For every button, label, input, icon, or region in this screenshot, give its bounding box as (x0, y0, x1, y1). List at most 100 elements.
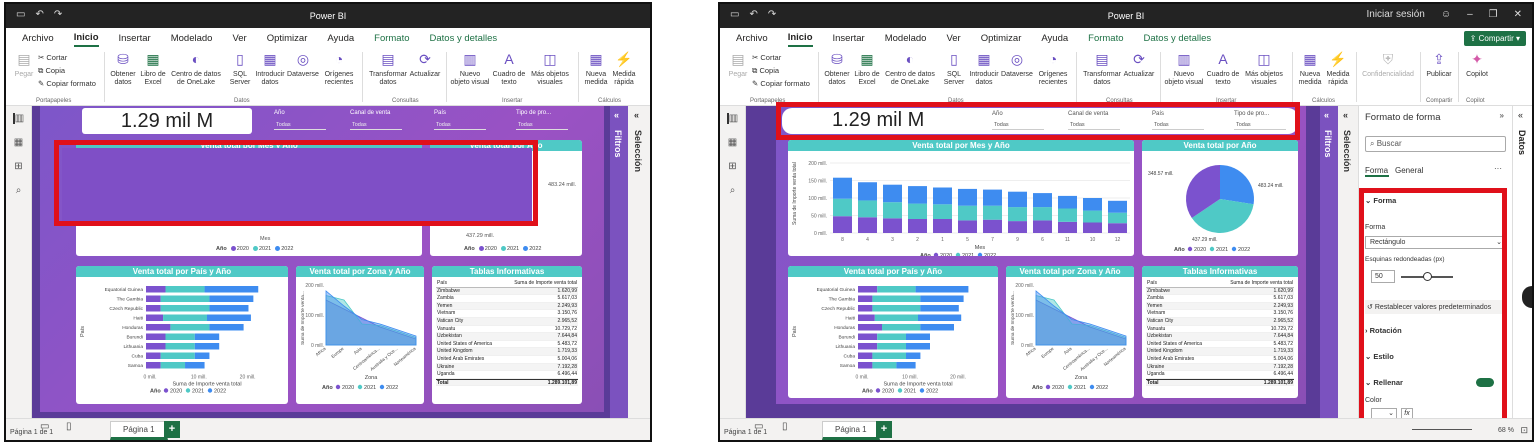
cuadro-texto-button[interactable]: A Cuadro de texto (492, 50, 526, 87)
medida-rapida-button[interactable]: ⚡ Medida rápida (610, 50, 638, 87)
dax-view-icon[interactable]: ⌕ (13, 185, 25, 196)
model-view-icon[interactable]: ⊞ (727, 161, 739, 172)
tab-forma-pane[interactable]: Forma (1365, 166, 1389, 177)
slicer-pais[interactable]: País Todas (434, 110, 486, 130)
pegar-button[interactable]: ▤ Pegar (724, 50, 752, 79)
report-view-icon[interactable]: ▥ (726, 113, 739, 124)
medida-rapida-button[interactable]: ⚡ Medida rápida (1324, 50, 1352, 87)
mas-objetos-visuales-button[interactable]: ◫ Más objetos visuales (1242, 50, 1286, 87)
slicer-ano[interactable]: Año Todas (274, 110, 326, 130)
close-icon[interactable]: ✕ (1514, 9, 1522, 20)
table-view-icon[interactable]: ▦ (13, 137, 25, 148)
undo-icon[interactable]: ↶ (35, 9, 43, 20)
slicer-tipo[interactable]: Tipo de pro... Todas (516, 110, 568, 130)
mobile-view-icon[interactable]: ▯ (66, 421, 72, 432)
minimize-icon[interactable]: – (1467, 9, 1473, 20)
sql-server-button[interactable]: ▯ SQL Server (940, 50, 968, 87)
origenes-recientes-button[interactable]: ◔ Orígenes recientes (1034, 50, 1072, 87)
nuevo-objeto-visual-button[interactable]: ▥ Nuevo objeto visual (450, 50, 490, 87)
more-options-icon[interactable]: ··· (1494, 164, 1502, 173)
model-view-icon[interactable]: ⊞ (13, 161, 25, 172)
datos-pane-collapsed[interactable]: « Datos (1512, 106, 1532, 418)
undo-icon[interactable]: ↶ (749, 9, 757, 20)
obtener-datos-button[interactable]: ⛁ Obtener datos (822, 50, 852, 87)
tab-datos-detalles[interactable]: Datos y detalles (1144, 31, 1212, 46)
signin-link[interactable]: Iniciar sesión (1367, 9, 1425, 20)
pie-chart-card[interactable]: Venta total por Año 348.57 mill. 483.24 m… (1142, 140, 1298, 256)
nueva-medida-button[interactable]: ▦ Nueva medida (1296, 50, 1324, 87)
restore-icon[interactable]: ❐ (1489, 9, 1498, 20)
tab-archivo[interactable]: Archivo (736, 31, 768, 46)
country-chart-card[interactable]: Venta total por País y Año Equatorial Gu… (76, 266, 288, 404)
selection-pane-collapsed[interactable]: « Selección (628, 106, 650, 418)
copiar-formato-button[interactable]: ✎ Copiar formato (38, 79, 96, 88)
dataverse-button[interactable]: ◎ Dataverse (1000, 50, 1034, 79)
filters-pane-collapsed[interactable]: « Filtros (610, 106, 628, 418)
account-icon[interactable]: ☺ (1441, 9, 1451, 20)
mobile-view-icon[interactable]: ▯ (782, 421, 788, 432)
obtener-datos-button[interactable]: ⛁ Obtener datos (108, 50, 138, 87)
save-icon[interactable]: ▭ (730, 9, 739, 20)
nueva-medida-button[interactable]: ▦ Nueva medida (582, 50, 610, 87)
zoom-slider[interactable] (1412, 429, 1472, 430)
transformar-datos-button[interactable]: ▤ Transformar datos (366, 50, 410, 87)
save-icon[interactable]: ▭ (16, 9, 25, 20)
country-chart-card[interactable]: Venta total por País y Año Equatorial Gu… (788, 266, 998, 398)
cuadro-texto-button[interactable]: A Cuadro de texto (1206, 50, 1240, 87)
tab-inicio[interactable]: Inicio (73, 30, 99, 47)
copilot-button[interactable]: ✦ Copilot (1462, 50, 1492, 79)
tables-card[interactable]: Tablas Informativas País Suma de Importe … (432, 266, 582, 404)
pegar-button[interactable]: ▤ Pegar (10, 50, 38, 79)
copia-button[interactable]: ⧉ Copia (752, 66, 779, 76)
selection-pane-collapsed[interactable]: « Selección (1338, 106, 1358, 418)
dataverse-button[interactable]: ◎ Dataverse (286, 50, 320, 79)
cortar-button[interactable]: ✂ Cortar (38, 53, 67, 62)
tab-general-pane[interactable]: General (1395, 166, 1435, 175)
libro-excel-button[interactable]: ▦ Libro de Excel (138, 50, 168, 87)
confidencialidad-button[interactable]: ⛨ Confidencialidad (1360, 50, 1416, 79)
add-page-button[interactable]: + (876, 421, 892, 438)
zone-chart-card[interactable]: Venta total por Zona y Año 0 mill. 100 mi… (1006, 266, 1134, 398)
dax-view-icon[interactable]: ⌕ (727, 185, 739, 196)
tab-modelado[interactable]: Modelado (171, 31, 213, 46)
nuevo-objeto-visual-button[interactable]: ▥ Nuevo objeto visual (1164, 50, 1204, 87)
origenes-recientes-button[interactable]: ◔ Orígenes recientes (320, 50, 358, 87)
copia-button[interactable]: ⧉ Copia (38, 66, 65, 76)
desktop-view-icon[interactable]: ▭ (40, 421, 49, 432)
introducir-datos-button[interactable]: ▦ Introducir datos (968, 50, 1000, 87)
tab-ayuda[interactable]: Ayuda (327, 31, 354, 46)
tab-modelado[interactable]: Modelado (885, 31, 927, 46)
tab-insertar[interactable]: Insertar (119, 31, 151, 46)
tab-formato[interactable]: Formato (1088, 31, 1123, 46)
tab-optimizar[interactable]: Optimizar (981, 31, 1022, 46)
tab-datos-detalles[interactable]: Datos y detalles (430, 31, 498, 46)
filters-pane-collapsed[interactable]: « Filtros (1320, 106, 1338, 418)
libro-excel-button[interactable]: ▦ Libro de Excel (852, 50, 882, 87)
bar-chart-card[interactable]: Venta total por Mes y Año 0 mill. 50 mill… (788, 140, 1134, 256)
tab-formato[interactable]: Formato (374, 31, 409, 46)
actualizar-button[interactable]: ⟳ Actualizar (408, 50, 442, 79)
expand-icon[interactable]: « (614, 110, 619, 120)
onelake-button[interactable]: ◐ Centro de datos de OneLake (168, 50, 224, 87)
expand-icon[interactable]: « (1343, 110, 1348, 120)
tab-insertar[interactable]: Insertar (833, 31, 865, 46)
fit-page-icon[interactable]: ⊡ (1520, 425, 1528, 436)
expand-icon[interactable]: « (634, 110, 639, 120)
mas-objetos-visuales-button[interactable]: ◫ Más objetos visuales (528, 50, 572, 87)
tab-ver[interactable]: Ver (946, 31, 960, 46)
redo-icon[interactable]: ↷ (54, 9, 62, 20)
introducir-datos-button[interactable]: ▦ Introducir datos (254, 50, 286, 87)
expand-icon[interactable]: « (1324, 110, 1329, 120)
zone-chart-card[interactable]: Venta total por Zona y Año 0 mill. 100 mi… (296, 266, 424, 404)
cortar-button[interactable]: ✂ Cortar (752, 53, 781, 62)
add-page-button[interactable]: + (164, 421, 180, 438)
publicar-button[interactable]: ⇪ Publicar (1424, 50, 1454, 79)
slicer-canal[interactable]: Canal de venta Todas (350, 110, 402, 130)
table-view-icon[interactable]: ▦ (727, 137, 739, 148)
transformar-datos-button[interactable]: ▤ Transformar datos (1080, 50, 1124, 87)
tab-inicio[interactable]: Inicio (787, 30, 813, 47)
share-button[interactable]: ⇪ Compartir ▾ (1463, 31, 1526, 46)
desktop-view-icon[interactable]: ▭ (754, 421, 763, 432)
tables-card[interactable]: Tablas Informativas País Suma de Importe … (1142, 266, 1298, 398)
redo-icon[interactable]: ↷ (768, 9, 776, 20)
